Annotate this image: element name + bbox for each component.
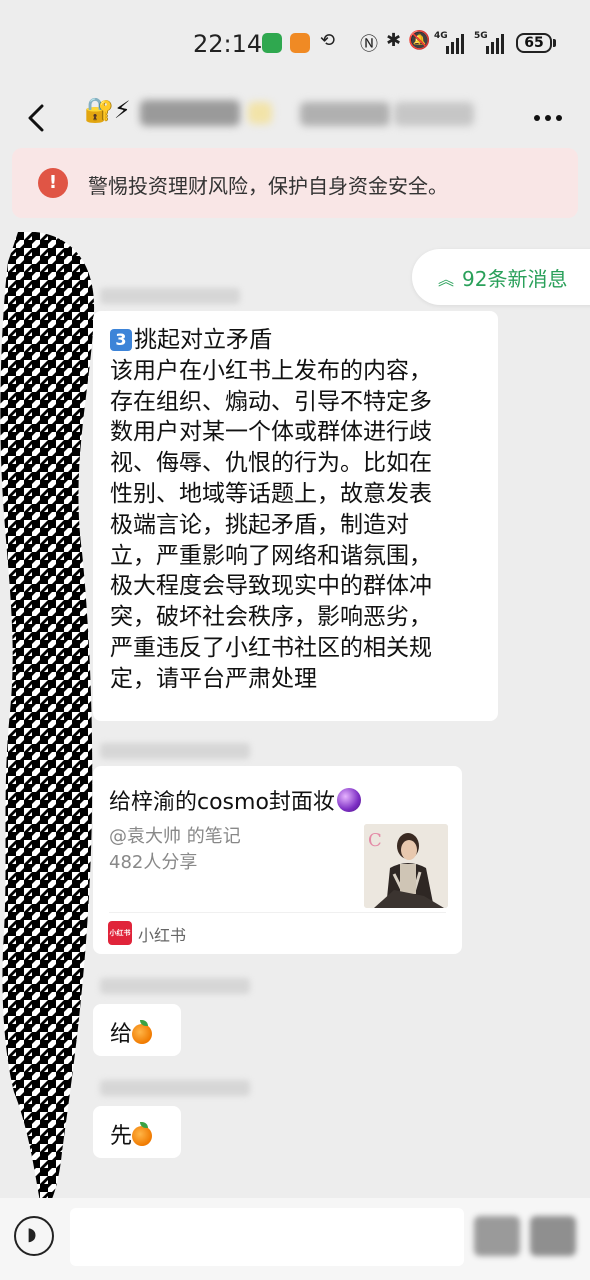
- chat-header: 🔐⚡: [0, 88, 590, 148]
- card-source: 小红书: [138, 926, 187, 945]
- chat-title: 🔐⚡: [84, 96, 131, 124]
- signal-icon: [446, 32, 464, 54]
- message-line: 突，破坏社会秩序，影响恶劣，: [110, 604, 432, 631]
- shared-note-card[interactable]: 给梓渝的cosmo封面妆 @袁大帅 的笔记 482人分享 C 小红书 小红书: [93, 766, 462, 954]
- risk-warning-banner: ! 警惕投资理财风险，保护自身资金安全。: [12, 148, 578, 218]
- message-line: 存在组织、煽动、引导不特定多: [110, 388, 432, 415]
- chat-input-bar: [0, 1198, 590, 1280]
- message-line: 性别、地域等话题上，故意发表: [110, 480, 432, 507]
- sender-name-blurred: [100, 1080, 250, 1096]
- double-chevron-up-icon: ︽: [438, 270, 455, 289]
- message-bubble[interactable]: 3 挑起对立矛盾 该用户在小红书上发布的内容， 存在组织、煽动、引导不特定多 数用…: [93, 311, 498, 721]
- message-line: 极端言论，挑起矛盾，制造对: [110, 511, 409, 538]
- message-title: 挑起对立矛盾: [134, 327, 272, 353]
- blurred-chat-name: [248, 102, 272, 124]
- message-bubble[interactable]: 先: [93, 1106, 181, 1158]
- card-share-count: 482人分享: [109, 852, 198, 873]
- message-input[interactable]: [70, 1208, 464, 1266]
- sender-name-blurred: [100, 743, 250, 759]
- status-bar: 22:14 ⟲ Ⓝ ✱ 🔕 4G 5G 65: [0, 0, 590, 88]
- chevron-left-icon[interactable]: [20, 96, 54, 140]
- sync-icon: ⟲: [320, 30, 336, 51]
- message-line: 定，请平台严肃处理: [110, 665, 317, 692]
- add-button-blurred[interactable]: [530, 1216, 576, 1256]
- message-text-row: 给: [110, 1016, 153, 1048]
- blurred-chat-name: [394, 102, 474, 126]
- nfc-icon: Ⓝ: [360, 34, 378, 55]
- card-title: 给梓渝的cosmo封面妆: [109, 790, 335, 815]
- card-thumbnail: C: [364, 824, 448, 908]
- privacy-pattern-overlay: [0, 232, 95, 1212]
- more-dots-icon[interactable]: [530, 100, 566, 136]
- orange-emoji-icon: [132, 1122, 153, 1146]
- status-time: 22:14: [193, 30, 263, 58]
- sender-name-blurred: [100, 288, 240, 304]
- blurred-chat-name: [140, 100, 240, 126]
- new-messages-button[interactable]: ︽ 92条新消息: [412, 249, 590, 305]
- warning-icon: !: [38, 168, 68, 198]
- keycap-number-icon: 3: [110, 329, 132, 351]
- crystal-ball-emoji-icon: [336, 788, 361, 812]
- signal-icon-2: [486, 32, 504, 54]
- blurred-timestamp: [270, 226, 292, 242]
- message-title-line: 3 挑起对立矛盾: [110, 325, 432, 356]
- hourglass-app-icon: [262, 33, 282, 53]
- message-text: 先: [110, 1124, 133, 1149]
- new-messages-label: 92条新消息: [462, 267, 568, 291]
- message-text-row: 先: [110, 1118, 153, 1150]
- bluetooth-icon: ✱: [386, 30, 402, 51]
- message-bubble[interactable]: 给: [93, 1004, 181, 1056]
- message-line: 该用户在小红书上发布的内容，: [110, 357, 432, 384]
- message-line: 严重违反了小红书社区的相关规: [110, 634, 432, 661]
- app-notification-icon: [290, 33, 310, 53]
- card-author: @袁大帅 的笔记: [109, 826, 241, 847]
- message-line: 立，严重影响了网络和谐氛围，: [110, 542, 432, 569]
- card-title-row: 给梓渝的cosmo封面妆: [109, 784, 361, 816]
- orange-emoji-icon: [132, 1020, 153, 1044]
- battery-tip: [553, 39, 556, 47]
- sender-name-blurred: [100, 978, 250, 994]
- xiaohongshu-logo-icon: 小红书: [108, 921, 132, 945]
- warning-text: 警惕投资理财风险，保护自身资金安全。: [88, 174, 448, 198]
- emoji-button-blurred[interactable]: [474, 1216, 520, 1256]
- voice-icon[interactable]: [14, 1216, 54, 1256]
- message-line: 数用户对某一个体或群体进行歧: [110, 419, 432, 446]
- card-divider: [109, 912, 446, 913]
- message-text: 3 挑起对立矛盾 该用户在小红书上发布的内容， 存在组织、煽动、引导不特定多 数用…: [110, 325, 432, 695]
- message-line: 视、侮辱、仇恨的行为。比如在: [110, 450, 432, 477]
- svg-text:C: C: [368, 830, 382, 851]
- blurred-chat-name: [300, 102, 390, 126]
- battery-icon: 65: [516, 33, 552, 53]
- message-text: 给: [110, 1022, 133, 1047]
- message-line: 极大程度会导致现实中的群体冲: [110, 573, 432, 600]
- mute-bell-icon: 🔕: [408, 30, 431, 51]
